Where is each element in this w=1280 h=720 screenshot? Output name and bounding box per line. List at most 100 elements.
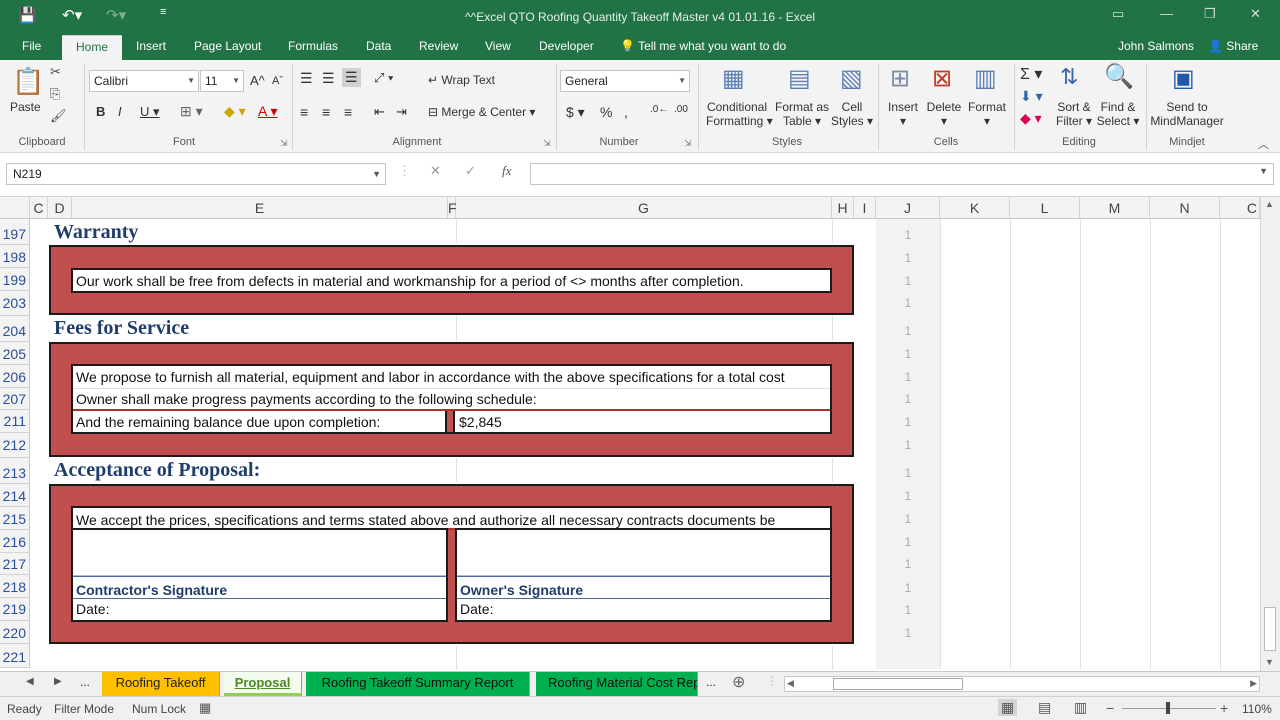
- cell-j-value[interactable]: 1: [876, 274, 940, 288]
- row-header[interactable]: 215: [0, 507, 30, 530]
- tab-split-handle[interactable]: ⋮: [766, 674, 778, 688]
- row-header[interactable]: 214: [0, 484, 30, 507]
- tab-formulas[interactable]: Formulas: [280, 35, 346, 60]
- delete-cells-button[interactable]: Delete ▾: [926, 100, 962, 128]
- cell-j-value[interactable]: 1: [876, 370, 940, 384]
- share-button[interactable]: 👤 Share: [1208, 35, 1258, 58]
- row-header[interactable]: 219: [0, 598, 30, 621]
- sort-filter-button[interactable]: Sort & Filter ▾: [1054, 100, 1094, 128]
- decrease-indent-icon[interactable]: ⇤: [374, 104, 385, 120]
- column-header-h[interactable]: H: [832, 197, 854, 219]
- row-header[interactable]: 217: [0, 553, 30, 575]
- number-dialog-launcher-icon[interactable]: ⇲: [684, 138, 692, 149]
- sheet-tab-proposal[interactable]: Proposal: [224, 672, 302, 696]
- fees-line-balance[interactable]: And the remaining balance due upon compl…: [73, 411, 447, 432]
- format-as-table-button[interactable]: Format as Table ▾: [774, 100, 830, 128]
- delete-cells-icon[interactable]: ⊠: [932, 64, 952, 93]
- send-to-mindmanager-button[interactable]: Send to MindManager: [1148, 100, 1226, 128]
- row-header[interactable]: 203: [0, 291, 30, 316]
- tab-data[interactable]: Data: [358, 35, 399, 60]
- paste-button[interactable]: Paste: [10, 100, 41, 114]
- page-layout-view-icon[interactable]: ▤: [1038, 699, 1051, 716]
- user-name[interactable]: John Salmons: [1118, 35, 1194, 58]
- column-header-m[interactable]: M: [1080, 197, 1150, 219]
- collapse-ribbon-icon[interactable]: ︿: [1258, 136, 1269, 152]
- tab-review[interactable]: Review: [411, 35, 466, 60]
- cell-j-value[interactable]: 1: [876, 581, 940, 595]
- insert-cells-icon[interactable]: ⊞: [890, 64, 910, 93]
- row-header[interactable]: 212: [0, 433, 30, 458]
- wrap-text-button[interactable]: ↵ Wrap Text: [428, 73, 495, 87]
- row-header[interactable]: 220: [0, 621, 30, 644]
- cell-j-value[interactable]: 1: [876, 228, 940, 242]
- copy-icon[interactable]: ⎘: [50, 86, 60, 102]
- autosum-icon[interactable]: Σ ▾: [1020, 64, 1042, 84]
- font-name-select[interactable]: Calibri ▼: [89, 70, 199, 92]
- format-painter-icon[interactable]: 🖌: [50, 108, 67, 124]
- cell-j-value[interactable]: 1: [876, 251, 940, 265]
- formula-input[interactable]: ▼: [530, 163, 1274, 185]
- cell-j-value[interactable]: 1: [876, 626, 940, 640]
- align-left-icon[interactable]: ≡: [300, 104, 308, 120]
- fill-color-icon[interactable]: ◆ ▾: [224, 103, 246, 120]
- tell-me-box[interactable]: 💡 Tell me what you want to do: [620, 35, 786, 58]
- column-header-k[interactable]: K: [940, 197, 1010, 219]
- align-center-icon[interactable]: ≡: [322, 104, 330, 120]
- row-header[interactable]: 206: [0, 365, 30, 388]
- font-color-icon[interactable]: A ▾: [258, 103, 277, 120]
- zoom-out-icon[interactable]: −: [1106, 700, 1114, 716]
- row-header[interactable]: 198: [0, 245, 30, 268]
- row-header[interactable]: 218: [0, 575, 30, 598]
- column-header-f[interactable]: F: [448, 197, 457, 219]
- vertical-scrollbar[interactable]: ▲ ▼: [1260, 197, 1280, 671]
- font-size-select[interactable]: 11 ▼: [200, 70, 244, 92]
- tab-developer[interactable]: Developer: [531, 35, 602, 60]
- cell-j-value[interactable]: 1: [876, 392, 940, 406]
- align-middle-icon[interactable]: ☰: [322, 70, 335, 87]
- column-header-i[interactable]: I: [854, 197, 876, 219]
- row-header[interactable]: 205: [0, 342, 30, 365]
- zoom-in-icon[interactable]: +: [1220, 700, 1228, 716]
- clear-icon[interactable]: ◆ ▾: [1020, 110, 1042, 127]
- column-header-o[interactable]: C: [1220, 197, 1260, 219]
- column-header-l[interactable]: L: [1010, 197, 1080, 219]
- zoom-level[interactable]: 110%: [1242, 702, 1272, 716]
- align-top-icon[interactable]: ☰: [300, 70, 313, 87]
- cell-j-value[interactable]: 1: [876, 512, 940, 526]
- merge-center-button[interactable]: ⊟ Merge & Center ▾: [428, 105, 535, 119]
- cell-j-value[interactable]: 1: [876, 415, 940, 429]
- sheet-more-left[interactable]: ...: [80, 675, 90, 689]
- cell-j-value[interactable]: 1: [876, 489, 940, 503]
- cell-j-value[interactable]: 1: [876, 535, 940, 549]
- row-header[interactable]: 211: [0, 410, 30, 433]
- contractor-signature-space[interactable]: [73, 530, 446, 576]
- cell-j-value[interactable]: 1: [876, 324, 940, 338]
- insert-function-icon[interactable]: fx: [502, 163, 511, 179]
- orientation-icon[interactable]: ⤢ ▾: [374, 70, 393, 86]
- tab-file[interactable]: File: [14, 35, 49, 60]
- insert-cells-button[interactable]: Insert ▾: [886, 100, 920, 128]
- normal-view-icon[interactable]: ▦: [998, 699, 1018, 716]
- alignment-dialog-launcher-icon[interactable]: ⇲: [543, 138, 551, 149]
- close-icon[interactable]: ✕: [1250, 6, 1261, 22]
- macro-record-icon[interactable]: ▦: [199, 700, 211, 716]
- cell-styles-button[interactable]: Cell Styles ▾: [830, 100, 874, 128]
- comma-icon[interactable]: ,: [624, 104, 628, 120]
- zoom-slider-thumb[interactable]: [1166, 702, 1170, 714]
- italic-icon[interactable]: I: [118, 104, 122, 119]
- warranty-text[interactable]: Our work shall be free from defects in m…: [71, 268, 832, 293]
- acceptance-text[interactable]: We accept the prices, specifications and…: [71, 506, 832, 530]
- sheet-tab-summary-report[interactable]: Roofing Takeoff Summary Report: [306, 672, 530, 696]
- find-select-button[interactable]: Find & Select ▾: [1096, 100, 1140, 128]
- page-break-view-icon[interactable]: ▥: [1074, 699, 1087, 716]
- sheet-next-icon[interactable]: ▶: [54, 676, 62, 687]
- cell-j-value[interactable]: 1: [876, 347, 940, 361]
- column-header-c[interactable]: C: [30, 197, 48, 219]
- align-bottom-icon[interactable]: ☰: [342, 68, 361, 87]
- conditional-formatting-button[interactable]: Conditional Formatting ▾: [706, 100, 773, 128]
- tab-view[interactable]: View: [477, 35, 519, 60]
- cell-j-value[interactable]: 1: [876, 438, 940, 452]
- name-box[interactable]: N219 ▼: [6, 163, 386, 185]
- sheet-prev-icon[interactable]: ◀: [26, 676, 34, 687]
- fees-amount[interactable]: $2,845: [457, 411, 830, 432]
